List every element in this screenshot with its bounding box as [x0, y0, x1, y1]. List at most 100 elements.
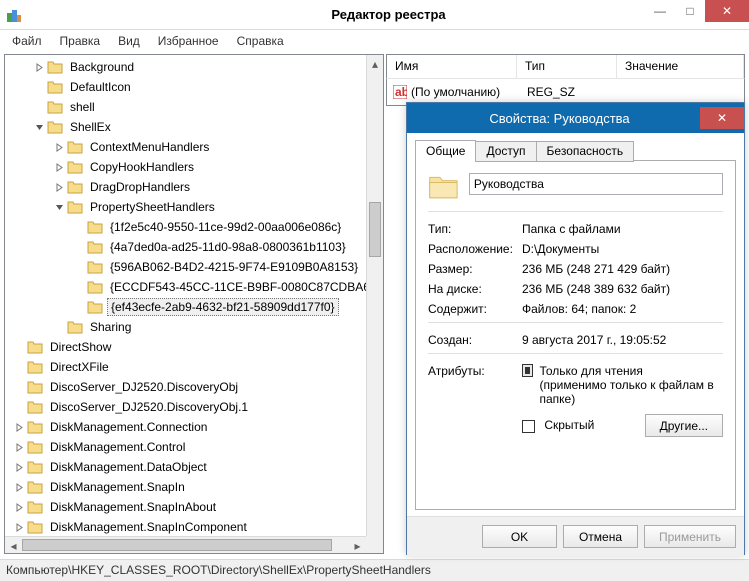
- twisty-none: [13, 401, 25, 413]
- folder-icon: [27, 520, 43, 534]
- tree-node[interactable]: Sharing: [5, 317, 383, 337]
- tree-node[interactable]: DirectXFile: [5, 357, 383, 377]
- tree-node[interactable]: DiscoServer_DJ2520.DiscoveryObj: [5, 377, 383, 397]
- tree-node[interactable]: DragDropHandlers: [5, 177, 383, 197]
- label-contains: Содержит:: [428, 302, 522, 316]
- dialog-close-button[interactable]: ✕: [700, 107, 744, 129]
- tree-label: DiskManagement.SnapIn: [47, 479, 188, 495]
- tree-node[interactable]: {ECCDF543-45CC-11CE-B9BF-0080C87CDBA6}: [5, 277, 383, 297]
- menu-favorites[interactable]: Избранное: [150, 32, 227, 50]
- tree-label: DiskManagement.DataObject: [47, 459, 210, 475]
- chevron-down-icon[interactable]: [33, 121, 45, 133]
- hscroll-thumb[interactable]: [22, 539, 332, 551]
- tree-label: {ef43ecfe-2ab9-4632-bf21-58909dd177f0}: [107, 298, 339, 316]
- folder-icon: [67, 320, 83, 334]
- tree-node[interactable]: DiskManagement.SnapInAbout: [5, 497, 383, 517]
- dialog-footer: OK Отмена Применить: [407, 516, 744, 556]
- menu-edit[interactable]: Правка: [52, 32, 109, 50]
- tree-label: {596AB062-B4D2-4215-9F74-E9109B0A8153}: [107, 259, 361, 275]
- scroll-corner: [366, 536, 383, 553]
- scroll-up-icon[interactable]: ▴: [367, 55, 383, 72]
- label-type: Тип:: [428, 222, 522, 236]
- titlebar: Редактор реестра — □ ✕: [0, 0, 749, 30]
- menu-file[interactable]: Файл: [4, 32, 50, 50]
- tab-sharing[interactable]: Доступ: [475, 141, 536, 162]
- tab-security[interactable]: Безопасность: [536, 141, 635, 162]
- chevron-right-icon[interactable]: [53, 181, 65, 193]
- string-value-icon: ab: [393, 85, 407, 99]
- maximize-button[interactable]: □: [675, 0, 705, 22]
- folder-name-input[interactable]: [469, 173, 723, 195]
- chevron-right-icon[interactable]: [13, 521, 25, 533]
- folder-icon: [67, 200, 83, 214]
- tree-node[interactable]: DiskManagement.SnapInComponent: [5, 517, 383, 537]
- value-type: Папка с файлами: [522, 222, 723, 236]
- chevron-right-icon[interactable]: [53, 161, 65, 173]
- minimize-button[interactable]: —: [645, 0, 675, 22]
- checkbox-hidden[interactable]: [522, 420, 535, 433]
- tree-node[interactable]: DiscoServer_DJ2520.DiscoveryObj.1: [5, 397, 383, 417]
- folder-icon: [27, 480, 43, 494]
- menu-help[interactable]: Справка: [229, 32, 292, 50]
- cancel-button[interactable]: Отмена: [563, 525, 638, 548]
- menu-view[interactable]: Вид: [110, 32, 148, 50]
- other-attributes-button[interactable]: Другие...: [645, 414, 723, 437]
- tree-node[interactable]: {4a7ded0a-ad25-11d0-98a8-0800361b1103}: [5, 237, 383, 257]
- folder-icon: [87, 240, 103, 254]
- tree-label: DiskManagement.Connection: [47, 419, 210, 435]
- checkbox-readonly[interactable]: [522, 364, 533, 377]
- tree-node[interactable]: DefaultIcon: [5, 77, 383, 97]
- tree-node[interactable]: ShellEx: [5, 117, 383, 137]
- svg-text:ab: ab: [395, 85, 407, 99]
- tree-node[interactable]: {ef43ecfe-2ab9-4632-bf21-58909dd177f0}: [5, 297, 383, 317]
- tree-node[interactable]: ContextMenuHandlers: [5, 137, 383, 157]
- tree-node[interactable]: CopyHookHandlers: [5, 157, 383, 177]
- chevron-right-icon[interactable]: [13, 481, 25, 493]
- label-location: Расположение:: [428, 242, 522, 256]
- chevron-down-icon[interactable]: [53, 201, 65, 213]
- default-value-name: (По умолчанию): [411, 85, 523, 99]
- twisty-none: [53, 321, 65, 333]
- properties-dialog: Свойства: Руководства ✕ Общие Доступ Без…: [406, 102, 745, 555]
- scroll-thumb[interactable]: [369, 202, 381, 257]
- apply-button[interactable]: Применить: [644, 525, 736, 548]
- close-button[interactable]: ✕: [705, 0, 749, 22]
- tree-node[interactable]: DirectShow: [5, 337, 383, 357]
- big-folder-icon: [428, 173, 459, 205]
- col-type[interactable]: Тип: [517, 55, 617, 78]
- tree-label: DefaultIcon: [67, 79, 134, 95]
- scroll-left-icon[interactable]: ◂: [5, 537, 22, 554]
- col-value[interactable]: Значение: [617, 55, 744, 78]
- folder-icon: [27, 460, 43, 474]
- chevron-right-icon[interactable]: [13, 441, 25, 453]
- twisty-none: [13, 361, 25, 373]
- vscrollbar[interactable]: ▴ ▾: [366, 55, 383, 553]
- label-hidden: Скрытый: [544, 418, 594, 432]
- scroll-right-icon[interactable]: ▸: [349, 537, 366, 554]
- chevron-right-icon[interactable]: [13, 501, 25, 513]
- tree-label: DirectShow: [47, 339, 114, 355]
- tree-label: {1f2e5c40-9550-11ce-99d2-00aa006e086c}: [107, 219, 344, 235]
- chevron-right-icon[interactable]: [13, 421, 25, 433]
- tree-label: ShellEx: [67, 119, 114, 135]
- label-size: Размер:: [428, 262, 522, 276]
- tree-node[interactable]: Background: [5, 57, 383, 77]
- folder-icon: [47, 100, 63, 114]
- folder-icon: [27, 420, 43, 434]
- tree-node[interactable]: DiskManagement.Connection: [5, 417, 383, 437]
- tree-node[interactable]: shell: [5, 97, 383, 117]
- col-name[interactable]: Имя: [387, 55, 517, 78]
- tab-general[interactable]: Общие: [415, 140, 476, 161]
- chevron-right-icon[interactable]: [13, 461, 25, 473]
- hscrollbar[interactable]: ◂ ▸: [5, 536, 366, 553]
- tree-node[interactable]: DiskManagement.DataObject: [5, 457, 383, 477]
- tree-node[interactable]: {596AB062-B4D2-4215-9F74-E9109B0A8153}: [5, 257, 383, 277]
- tree-node[interactable]: DiskManagement.SnapIn: [5, 477, 383, 497]
- tree-node[interactable]: {1f2e5c40-9550-11ce-99d2-00aa006e086c}: [5, 217, 383, 237]
- chevron-right-icon[interactable]: [33, 61, 45, 73]
- twisty-none: [73, 221, 85, 233]
- ok-button[interactable]: OK: [482, 525, 557, 548]
- chevron-right-icon[interactable]: [53, 141, 65, 153]
- tree-node[interactable]: PropertySheetHandlers: [5, 197, 383, 217]
- tree-node[interactable]: DiskManagement.Control: [5, 437, 383, 457]
